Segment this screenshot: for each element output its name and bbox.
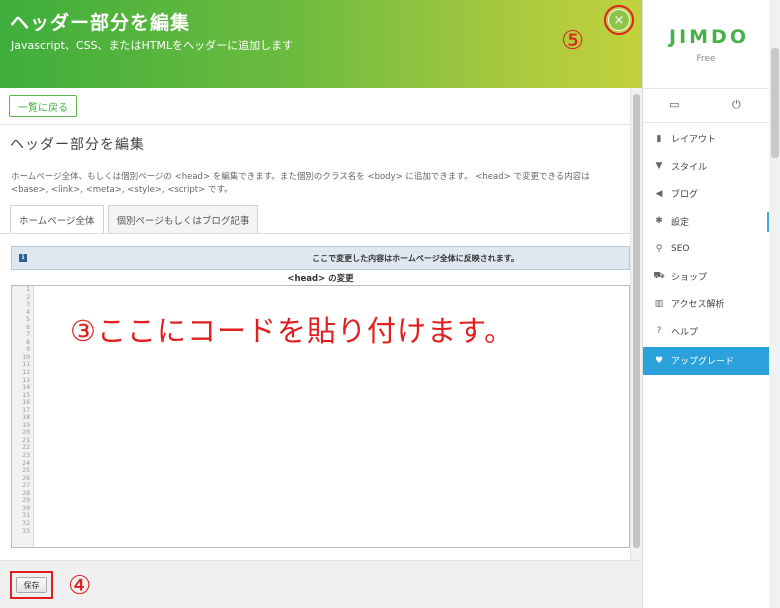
close-marker-annotation: ⑤ <box>561 26 585 56</box>
save-marker-annotation: ④ <box>68 571 92 601</box>
sidebar-item-heart[interactable]: ♥ アップグレード <box>643 347 769 375</box>
save-button[interactable]: 保存 <box>16 577 47 593</box>
help-icon: ? <box>656 326 662 337</box>
jimdo-logo: JIMDO Free <box>643 0 769 88</box>
sidebar-item-label: ブログ <box>671 190 699 201</box>
paste-here-annotation: ③ここにコードを貼り付けます。 <box>70 314 515 348</box>
code-editor-label: <head> の変更 <box>287 274 354 284</box>
sidebar-toolbar: ▭ ⏻ <box>643 88 769 123</box>
sidebar-item-label: レイアウト <box>671 135 717 146</box>
header-subtitle: Javascript、CSS、またはHTMLをヘッダーに追加します <box>11 39 294 52</box>
page-title: ヘッダー部分を編集 <box>10 137 145 153</box>
sidebar-item-label: アクセス解析 <box>671 300 725 311</box>
cart-icon: ⛟ <box>653 270 665 281</box>
monitor-icon[interactable]: ▭ <box>669 98 679 111</box>
search-icon: ⚲ <box>655 243 663 254</box>
header-title: ヘッダー部分を編集 <box>10 12 191 34</box>
line-number-gutter: 1 2 3 4 5 6 7 8 9 10 11 12 13 14 15 16 17 18 19 20 21 22 23 24 2… <box>12 286 34 547</box>
line-number: 33 <box>22 526 30 535</box>
sidebar-item-label: ショップ <box>671 272 708 283</box>
sidebar-item-label: SEO <box>671 243 690 254</box>
sidebar-scrollbar[interactable] <box>769 0 780 608</box>
heart-icon: ♥ <box>654 355 664 366</box>
editor-panel: ヘッダー部分を編集 Javascript、CSS、またはHTMLをヘッダーに追加… <box>0 0 642 608</box>
panel-header: ヘッダー部分を編集 Javascript、CSS、またはHTMLをヘッダーに追加… <box>0 0 642 88</box>
sidebar-nav: ▮ レイアウト ▼ スタイル ◀ ブログ ✱ 設定 ⚲ SEO ⛟ ショップ ▥ アクセス解析? ヘルプ ♥ ア… <box>643 125 770 375</box>
sidebar-item-layout[interactable]: ▮ レイアウト <box>643 125 769 153</box>
tab-bar: ホームページ全体 個別ページもしくはブログ記事 <box>10 205 259 233</box>
sidebar-scrollbar-thumb[interactable] <box>771 48 779 158</box>
megaphone-icon: ◀ <box>655 188 663 199</box>
power-icon[interactable]: ⏻ <box>732 98 741 112</box>
sidebar-item-label: ヘルプ <box>671 327 699 338</box>
sidebar-item-chart[interactable]: ▥ アクセス解析 <box>643 290 769 318</box>
back-bar: 一覧に戻る <box>0 88 630 125</box>
tab-divider <box>0 233 630 234</box>
sidebar: JIMDO Free ▭ ⏻ ▮ レイアウト ▼ スタイル ◀ ブログ ✱ 設定 ⚲ SEO ⛟ ショ… <box>642 0 780 608</box>
panel-scrollbar[interactable] <box>630 88 642 560</box>
panel-scrollbar-thumb[interactable] <box>633 94 640 548</box>
tab-individual-page[interactable]: 個別ページもしくはブログ記事 <box>107 205 259 233</box>
sidebar-item-label: アップグレード <box>671 357 735 368</box>
close-button[interactable]: × <box>604 5 634 35</box>
sidebar-item-label: スタイル <box>671 162 708 173</box>
logo-text: JIMDO <box>669 26 749 48</box>
sidebar-item-cart[interactable]: ⛟ ショップ <box>643 263 769 291</box>
code-editor[interactable]: 1 2 3 4 5 6 7 8 9 10 11 12 13 14 15 16 17 18 19 20 21 22 23 24 2… <box>11 285 630 548</box>
sidebar-item-help[interactable]: ? ヘルプ <box>643 318 769 346</box>
sidebar-item-brush[interactable]: ▼ スタイル <box>643 153 769 181</box>
content-area: ヘッダー部分を編集 ホームページ全体、もしくは個別ページの <head> を編集… <box>0 125 630 560</box>
sidebar-item-gear[interactable]: ✱ 設定 <box>643 207 770 235</box>
sidebar-item-megaphone[interactable]: ◀ ブログ <box>643 180 769 208</box>
sidebar-item-label: 設定 <box>671 217 690 228</box>
tab-whole-site[interactable]: ホームページ全体 <box>10 205 104 233</box>
layout-icon: ▮ <box>656 133 662 144</box>
save-highlight: 保存 <box>10 571 53 599</box>
back-to-list-button[interactable]: 一覧に戻る <box>9 95 77 117</box>
description-text: ホームページ全体、もしくは個別ページの <head> を編集できます。また個別の… <box>11 172 590 195</box>
close-icon[interactable]: × <box>608 9 630 31</box>
gear-icon: ✱ <box>655 216 663 227</box>
sidebar-item-search[interactable]: ⚲ SEO <box>643 235 769 263</box>
info-notice: i ここで変更した内容はホームページ全体に反映されます。 <box>11 246 630 270</box>
brush-icon: ▼ <box>655 161 663 172</box>
chart-icon: ▥ <box>654 298 664 309</box>
notice-text: ここで変更した内容はホームページ全体に反映されます。 <box>312 254 519 263</box>
plan-label: Free <box>696 54 716 64</box>
panel-footer: 保存 ④ <box>0 560 642 608</box>
